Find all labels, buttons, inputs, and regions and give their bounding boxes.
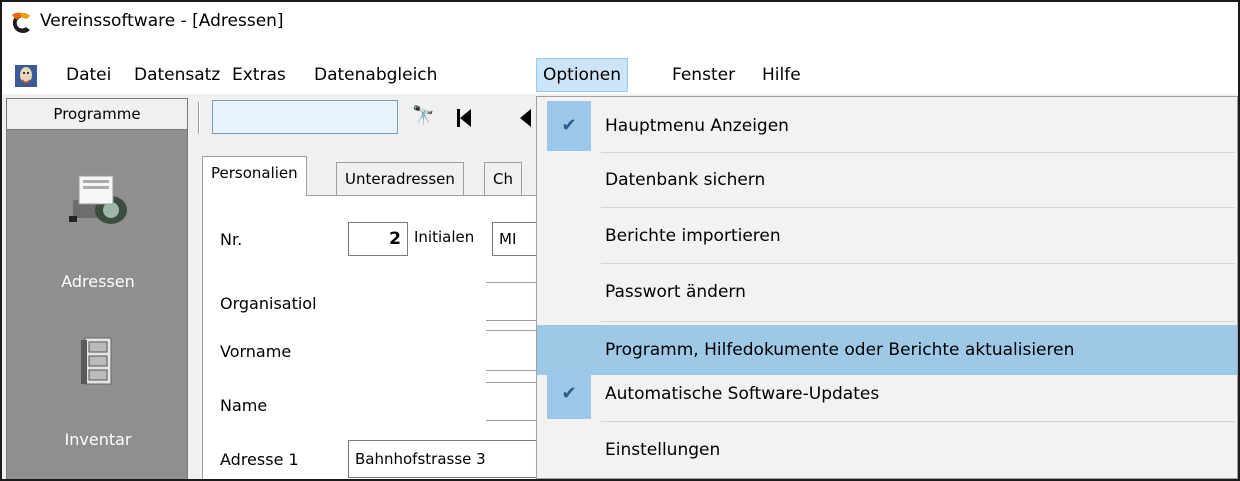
menu-separator [601,421,1235,422]
menu-item-datenbank-sichern[interactable]: Datenbank sichern [537,155,1237,205]
checkmark-icon: ✔ [547,101,591,151]
menu-item-hauptmenu-anzeigen[interactable]: ✔ Hauptmenu Anzeigen [537,101,1237,151]
menu-fenster[interactable]: Fenster [666,58,741,92]
organisation-field-edge[interactable] [486,282,538,284]
nr-field[interactable]: 2 [348,222,408,256]
adresse1-field[interactable]: Bahnhofstrasse 3 [348,440,544,478]
tab-ch[interactable]: Ch [484,162,522,196]
organisation-label: Organisatiol [220,294,317,313]
search-input[interactable] [212,100,398,134]
nr-label: Nr. [220,230,243,249]
app-window: Vereinssoftware - [Adressen] Datei Daten… [0,0,1240,481]
programme-header: Programme [6,98,188,130]
vorname-label: Vorname [220,342,292,361]
binoculars-icon[interactable]: 🔭 [412,105,434,126]
menu-separator [601,321,1235,322]
menu-item-automatische-updates[interactable]: ✔ Automatische Software-Updates [537,369,1237,419]
tab-unteradressen[interactable]: Unteradressen [336,162,464,196]
name-field-edge[interactable] [486,382,538,384]
sidebar-item-adressen[interactable]: Adressen [7,272,189,291]
checkmark-icon: ✔ [547,369,591,419]
document-app-icon[interactable] [14,64,38,88]
menu-separator [601,152,1235,153]
vorname-field-edge-2 [486,370,538,372]
organisation-field-edge-2 [486,320,538,322]
first-record-icon[interactable] [456,108,472,128]
menu-optionen[interactable]: Optionen [536,58,628,92]
menu-separator [601,207,1235,208]
menu-hilfe[interactable]: Hilfe [756,58,807,92]
previous-record-icon[interactable] [518,108,532,128]
menu-datenabgleich[interactable]: Datenabgleich [308,58,443,92]
name-label: Name [220,396,268,415]
initialen-field[interactable]: MI [492,222,538,256]
name-field-edge-2 [486,420,538,422]
initialen-label: Initialen [414,228,475,246]
menu-item-programm-aktualisieren[interactable]: Programm, Hilfedokumente oder Berichte a… [537,325,1237,375]
menu-datei[interactable]: Datei [60,58,117,92]
optionen-dropdown: ✔ Hauptmenu Anzeigen Datenbank sichern B… [536,96,1238,479]
menu-item-label: Berichte importieren [605,226,781,246]
menu-separator [601,263,1235,264]
sidebar-item-inventar[interactable]: Inventar [7,430,189,449]
window-title: Vereinssoftware - [Adressen] [40,11,284,31]
menu-item-passwort-aendern[interactable]: Passwort ändern [537,267,1237,317]
tab-personalien[interactable]: Personalien [202,156,307,196]
menu-extras[interactable]: Extras [226,58,292,92]
title-bar: Vereinssoftware - [Adressen] [2,2,1238,42]
menu-item-label: Programm, Hilfedokumente oder Berichte a… [605,340,1075,360]
rolodex-icon[interactable] [65,170,131,226]
vorname-field-edge[interactable] [486,330,538,332]
menu-item-label: Passwort ändern [605,282,746,302]
menu-item-label: Datenbank sichern [605,170,766,190]
cabinet-icon[interactable] [79,336,117,386]
menu-item-berichte-importieren[interactable]: Berichte importieren [537,211,1237,261]
menu-datensatz[interactable]: Datensatz [128,58,226,92]
menu-item-label: Automatische Software-Updates [605,384,880,404]
menu-item-einstellungen[interactable]: Einstellungen [537,425,1237,475]
menu-item-label: Einstellungen [605,440,721,460]
adresse1-label: Adresse 1 [220,450,299,469]
toolbar-separator [198,102,200,134]
app-logo-icon [8,10,34,36]
programme-panel: Adressen Inventar [6,130,189,479]
menu-item-label: Hauptmenu Anzeigen [605,116,789,136]
